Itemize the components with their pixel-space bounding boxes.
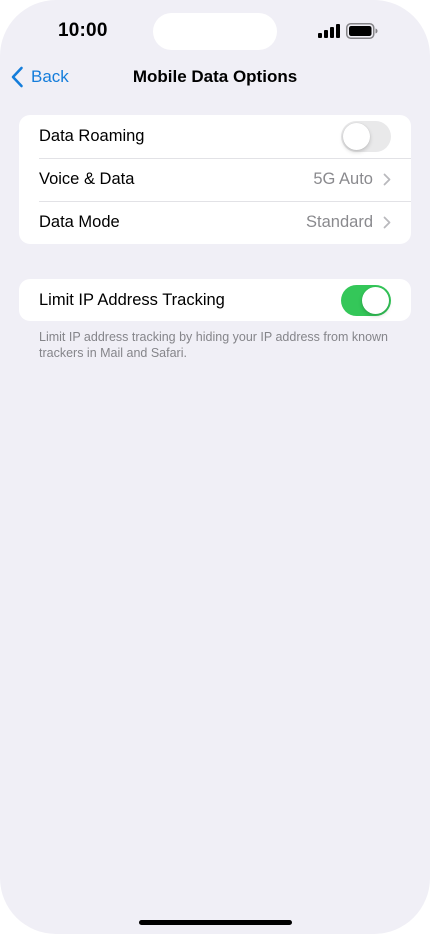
voice-data-value: 5G Auto <box>313 170 373 188</box>
battery-icon <box>346 23 378 39</box>
limit-ip-tracking-row: Limit IP Address Tracking <box>19 279 411 321</box>
limit-ip-tracking-label: Limit IP Address Tracking <box>39 290 225 309</box>
data-mode-row[interactable]: Data Mode Standard <box>19 201 411 244</box>
navigation-bar: Back Mobile Data Options <box>0 58 430 96</box>
data-roaming-label: Data Roaming <box>39 127 145 145</box>
data-mode-value: Standard <box>306 213 373 231</box>
voice-data-label: Voice & Data <box>39 170 135 188</box>
settings-group-privacy: Limit IP Address Tracking <box>19 279 411 321</box>
toggle-knob <box>343 123 370 150</box>
data-roaming-toggle[interactable] <box>341 121 391 152</box>
phone-screen: 10:00 Back Mobile Data Options Data Roam… <box>0 0 430 934</box>
home-indicator[interactable] <box>139 920 292 925</box>
limit-ip-tracking-footnote: Limit IP address tracking by hiding your… <box>39 330 389 360</box>
signal-icon <box>318 24 340 38</box>
dynamic-island <box>153 13 277 50</box>
status-bar: 10:00 <box>0 0 430 60</box>
page-title: Mobile Data Options <box>132 67 298 86</box>
chevron-right-icon <box>383 216 391 229</box>
toggle-knob <box>362 286 389 314</box>
data-roaming-row: Data Roaming <box>19 115 411 158</box>
chevron-right-icon <box>383 173 391 186</box>
limit-ip-tracking-toggle[interactable] <box>341 284 391 316</box>
status-time: 10:00 <box>58 20 108 41</box>
voice-data-row[interactable]: Voice & Data 5G Auto <box>19 158 411 201</box>
settings-group-data: Data Roaming Voice & Data 5G Auto Data M… <box>19 115 411 244</box>
data-mode-label: Data Mode <box>39 213 120 231</box>
